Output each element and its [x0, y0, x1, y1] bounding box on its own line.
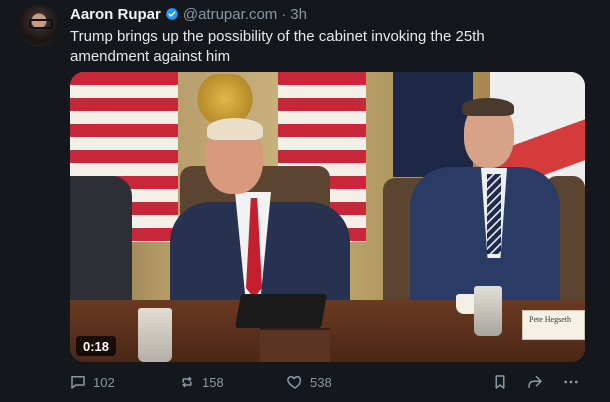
bookmark-button[interactable]	[491, 372, 515, 392]
post-header: Aaron Rupar @atrupar.com · 3h	[70, 4, 307, 24]
like-button[interactable]: 538	[286, 372, 332, 392]
glasses-detail	[29, 19, 53, 29]
video-duration: 0:18	[76, 336, 117, 356]
video-thumbnail: Pete Hegseth	[70, 72, 585, 362]
time-separator: ·	[281, 5, 287, 23]
author-name[interactable]: Aaron Rupar	[70, 6, 161, 23]
more-button[interactable]	[562, 372, 586, 392]
post-actions: 102 158 538	[69, 372, 589, 392]
post-text: Trump brings up the possibility of the c…	[70, 28, 485, 65]
avatar[interactable]	[18, 5, 60, 47]
like-count: 538	[310, 374, 332, 390]
heart-icon	[287, 376, 302, 389]
share-icon	[528, 376, 542, 388]
post-time[interactable]: 3h	[290, 6, 307, 23]
reply-count: 102	[93, 374, 115, 390]
repost-count: 158	[202, 374, 224, 390]
reply-button[interactable]: 102	[69, 372, 115, 392]
bookmark-icon	[495, 375, 505, 389]
more-icon	[564, 380, 578, 384]
video-player[interactable]: Pete Hegseth 0:18	[70, 72, 585, 362]
post[interactable]: Aaron Rupar @atrupar.com · 3h Trump brin…	[0, 0, 610, 402]
repost-button[interactable]: 158	[178, 372, 224, 392]
reply-icon	[71, 376, 85, 389]
share-button[interactable]	[526, 372, 550, 392]
name-tent-card: Pete Hegseth	[522, 310, 585, 340]
repost-icon	[182, 376, 192, 388]
author-handle[interactable]: @atrupar.com	[183, 6, 277, 23]
verified-badge-icon	[165, 7, 179, 21]
